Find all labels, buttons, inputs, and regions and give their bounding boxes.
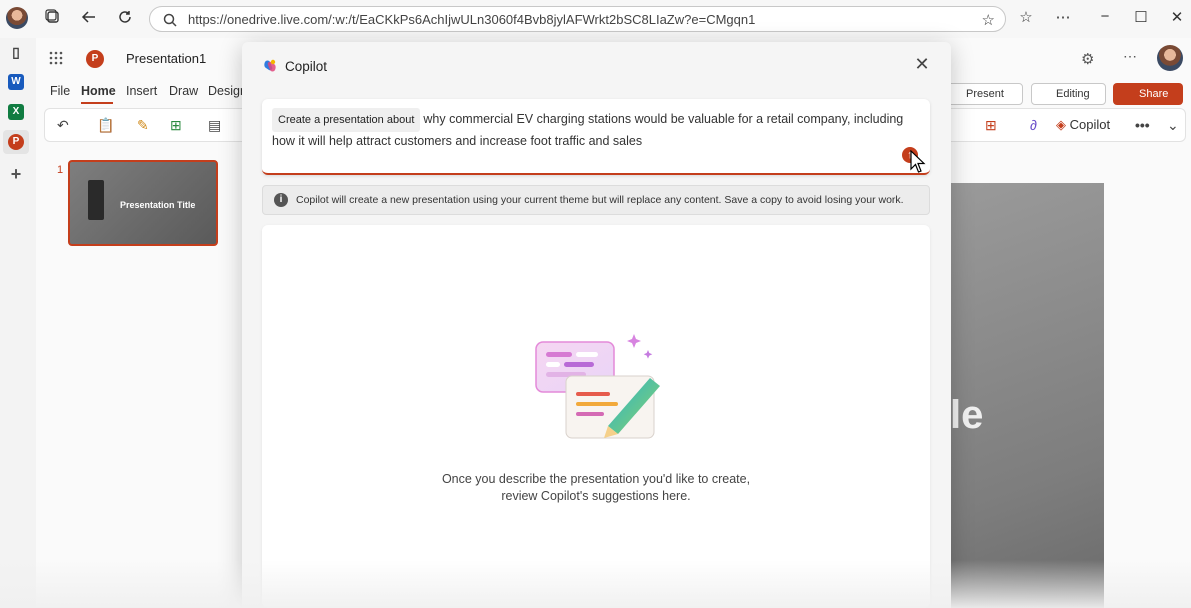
close-window-icon[interactable]: ✕ bbox=[1167, 8, 1187, 26]
tab-actions-icon[interactable] bbox=[44, 9, 62, 27]
prompt-text-area[interactable]: Create a presentation about why commercia… bbox=[272, 108, 912, 150]
copilot-ribbon-icon: ◈ bbox=[1056, 117, 1066, 132]
loop-icon[interactable]: ∂ bbox=[1030, 117, 1037, 133]
copilot-ribbon-label: Copilot bbox=[1069, 117, 1111, 132]
browser-menu-icon[interactable]: ⋯ bbox=[1053, 8, 1073, 26]
info-icon: i bbox=[274, 193, 288, 207]
designer-icon[interactable]: ⊞ bbox=[985, 117, 997, 134]
refresh-icon[interactable] bbox=[116, 9, 134, 27]
share-button[interactable]: Share bbox=[1113, 83, 1183, 105]
ev-charger-image bbox=[88, 180, 104, 220]
add-app-icon[interactable]: + bbox=[8, 165, 24, 183]
empty-state-line-1: Once you describe the presentation you'd… bbox=[441, 472, 751, 486]
browser-toolbar: https://onedrive.live.com/:w:/t/EaCKkPs6… bbox=[0, 0, 1191, 38]
maximize-icon[interactable]: ☐ bbox=[1131, 8, 1151, 26]
settings-gear-icon[interactable]: ⚙ bbox=[1081, 50, 1094, 68]
slide-canvas[interactable]: le bbox=[950, 183, 1104, 608]
user-avatar[interactable] bbox=[1157, 45, 1183, 71]
tab-draw[interactable]: Draw bbox=[169, 84, 198, 98]
ribbon-more-icon[interactable]: ••• bbox=[1135, 117, 1150, 133]
close-icon[interactable]: ✕ bbox=[914, 55, 930, 73]
slide-thumbnail[interactable]: Presentation Title bbox=[68, 160, 218, 246]
powerpoint-app-icon[interactable]: P bbox=[8, 134, 24, 150]
more-options-icon[interactable]: ⋯ bbox=[1123, 48, 1137, 65]
tab-insert[interactable]: Insert bbox=[126, 84, 157, 98]
prompt-prefix-chip[interactable]: Create a presentation about bbox=[272, 108, 421, 132]
info-message-bar: i Copilot will create a new presentation… bbox=[262, 185, 930, 215]
tab-home[interactable]: Home bbox=[81, 84, 116, 98]
empty-state-line-2: review Copilot's suggestions here. bbox=[501, 489, 691, 503]
share-button-label: Share bbox=[1139, 88, 1169, 100]
comment-icon[interactable]: ▤ bbox=[208, 117, 221, 134]
undo-icon[interactable]: ↶ bbox=[57, 117, 69, 134]
collapse-ribbon-icon[interactable]: ⌄ bbox=[1167, 117, 1179, 134]
browser-profile-avatar[interactable] bbox=[6, 7, 28, 29]
present-button-label: Present bbox=[966, 88, 1004, 100]
mouse-cursor-icon bbox=[910, 150, 926, 173]
powerpoint-logo: P bbox=[86, 50, 104, 68]
address-bar[interactable]: https://onedrive.live.com/:w:/t/EaCKkPs6… bbox=[149, 6, 1006, 32]
excel-app-icon[interactable]: X bbox=[8, 104, 24, 120]
search-icon bbox=[163, 13, 177, 27]
app-launcher-icon[interactable] bbox=[48, 50, 64, 66]
minimize-icon[interactable]: − bbox=[1095, 8, 1115, 25]
copilot-dialog: Copilot ✕ Create a presentation about why… bbox=[242, 42, 951, 608]
copilot-ribbon-button[interactable]: ◈ Copilot bbox=[1056, 117, 1110, 133]
editing-button-label: Editing bbox=[1056, 88, 1090, 100]
favorites-icon[interactable]: ☆ bbox=[1016, 8, 1036, 26]
presentation-illustration-icon bbox=[535, 334, 660, 439]
word-app-icon[interactable]: W bbox=[8, 74, 24, 90]
editing-mode-button[interactable]: Editing bbox=[1031, 83, 1106, 105]
address-url: https://onedrive.live.com/:w:/t/EaCKkPs6… bbox=[188, 12, 756, 27]
slide-number: 1 bbox=[57, 164, 64, 176]
new-slide-icon[interactable]: ⊞ bbox=[170, 117, 182, 134]
document-title[interactable]: Presentation1 bbox=[126, 51, 206, 66]
sidebar-toggle-icon[interactable]: ▯ bbox=[8, 44, 24, 60]
clipboard-icon[interactable]: 📋 bbox=[97, 117, 114, 134]
back-arrow-icon[interactable] bbox=[80, 9, 98, 27]
prompt-input[interactable]: Create a presentation about why commercia… bbox=[262, 99, 930, 175]
thumbnail-title: Presentation Title bbox=[120, 200, 196, 210]
app-launcher-rail: ▯ W X P + bbox=[0, 38, 32, 608]
info-message-text: Copilot will create a new presentation u… bbox=[296, 194, 904, 206]
slide-title-fragment: le bbox=[950, 393, 984, 437]
dialog-title: Copilot bbox=[285, 59, 328, 74]
active-tab-underline bbox=[81, 102, 113, 104]
copilot-logo-icon bbox=[264, 59, 276, 72]
present-button[interactable]: Present bbox=[941, 83, 1023, 105]
suggestions-panel: Once you describe the presentation you'd… bbox=[262, 225, 930, 608]
favorite-star-icon[interactable]: ☆ bbox=[982, 11, 995, 29]
format-painter-icon[interactable]: ✎ bbox=[137, 117, 149, 134]
empty-state-message: Once you describe the presentation you'd… bbox=[262, 471, 930, 505]
tab-file[interactable]: File bbox=[50, 84, 70, 98]
